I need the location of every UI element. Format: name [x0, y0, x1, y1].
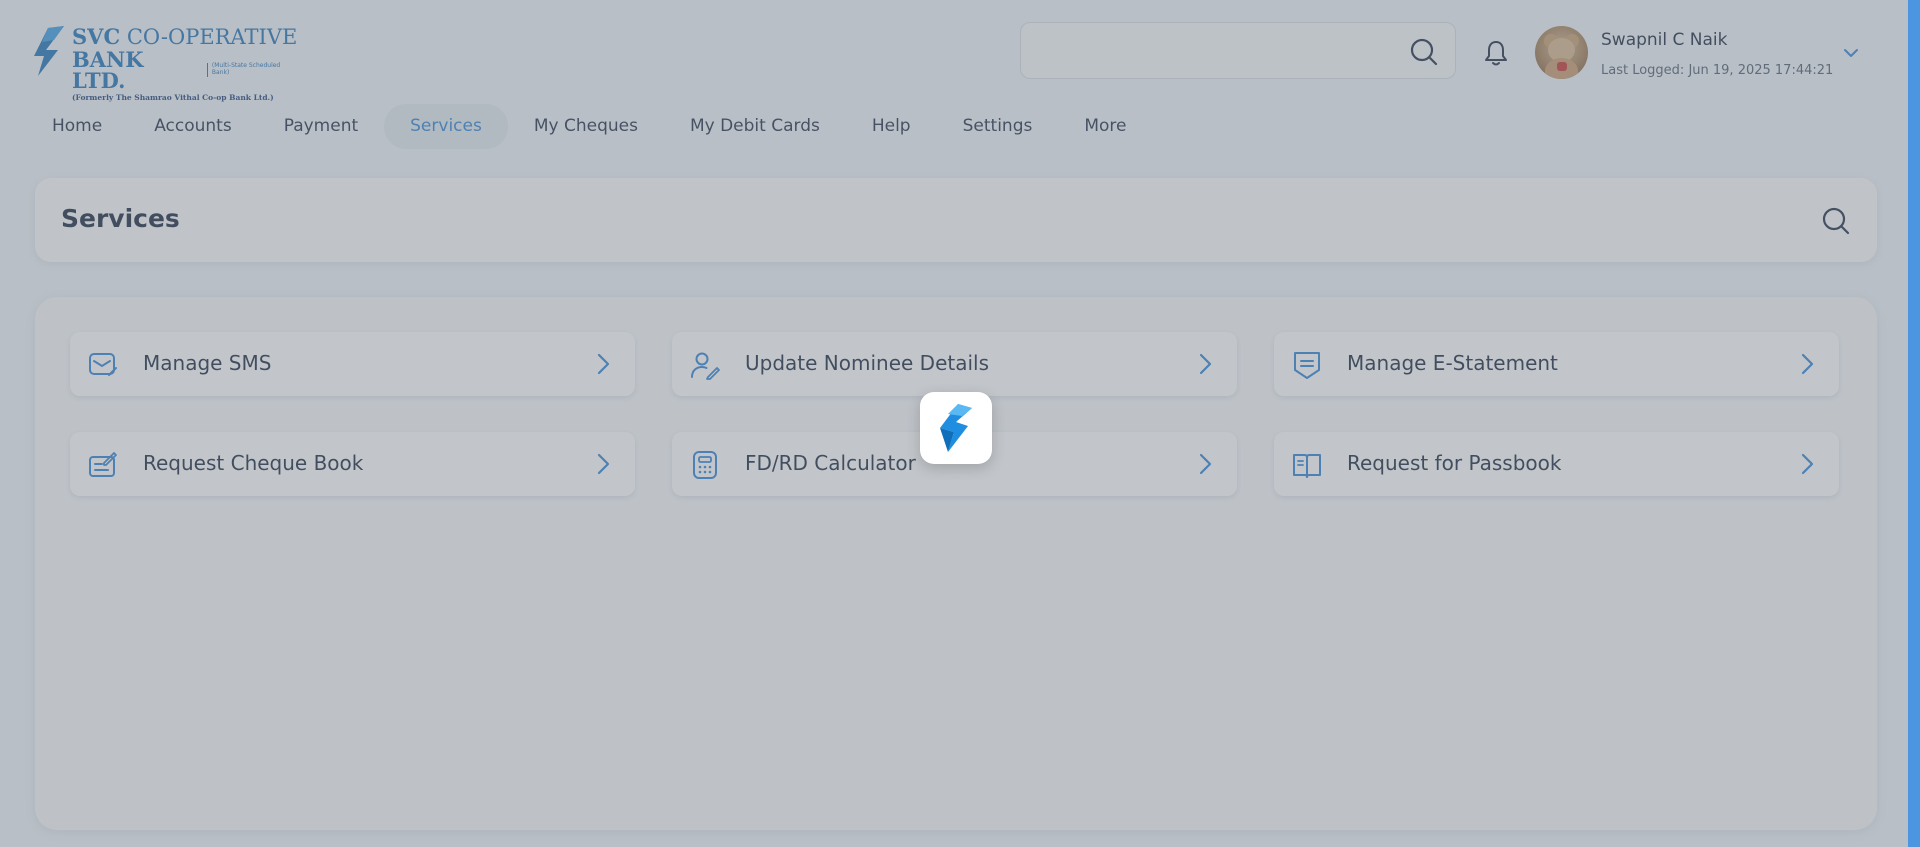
loading-spinner [920, 392, 992, 464]
window-edge-strip [1908, 0, 1920, 847]
svc-logo-loader-icon [940, 404, 972, 452]
